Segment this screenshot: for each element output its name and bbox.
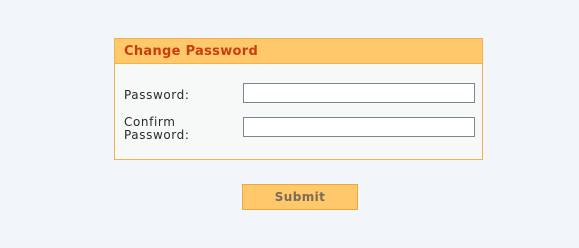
confirm-password-field[interactable] [243,117,475,137]
confirm-password-row: Confirm Password: [124,116,190,142]
password-row: Password: [124,88,190,102]
change-password-panel: Change Password Password: Confirm Passwo… [114,38,483,160]
page: Change Password Password: Confirm Passwo… [0,0,579,248]
password-field[interactable] [243,83,475,103]
password-label: Password: [124,88,190,102]
confirm-label-line2: Password: [124,128,190,142]
panel-title: Change Password [115,39,482,64]
submit-button[interactable]: Submit [242,184,358,210]
